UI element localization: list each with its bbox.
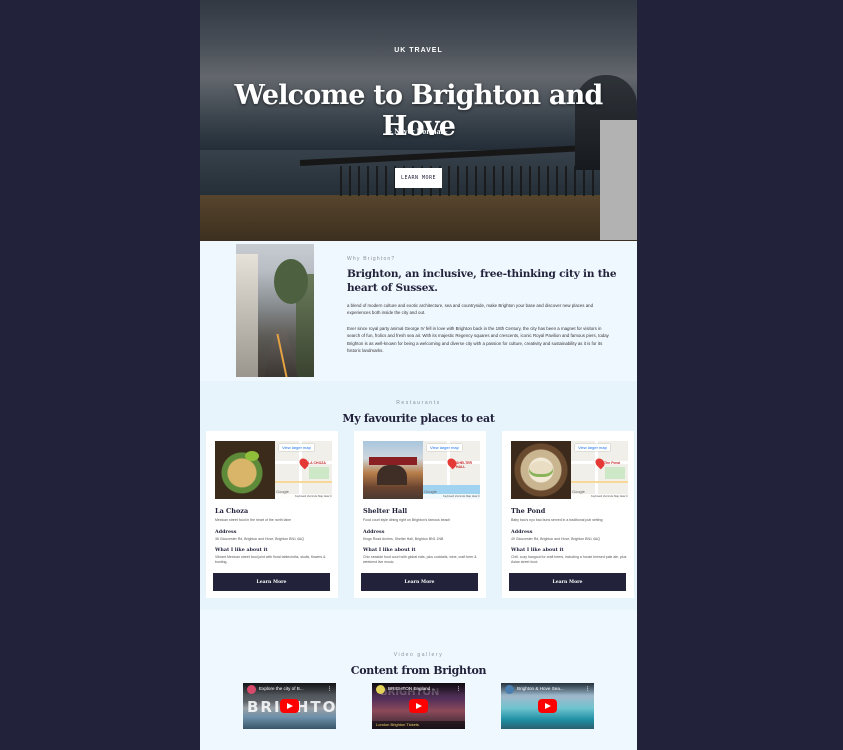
restaurant-address: 36 Gloucester Rd, Brighton and Hove, Bri…: [215, 537, 304, 541]
youtube-play-icon[interactable]: [409, 699, 428, 713]
page: UK TRAVEL Welcome to Brighton and Hove -…: [200, 0, 637, 750]
address-heading: Address: [215, 529, 237, 535]
restaurant-card-the-pond: The Pond View larger map Google Keyboard…: [502, 431, 634, 598]
video-title-text[interactable]: Brighton & Hove Sea...: [517, 686, 581, 691]
map-attribution[interactable]: Keyboard shortcuts Map data ©2024 Terms: [571, 494, 628, 499]
map-attribution[interactable]: Keyboard shortcuts Map data ©2024 Terms: [423, 494, 480, 499]
video-embed-2[interactable]: BRIGHTON BRIGHTON England ... ⋮ London B…: [372, 683, 465, 729]
why-paragraph-2: Ever since royal party animal George IV …: [347, 326, 609, 354]
restaurants-eyebrow: Restaurants: [396, 400, 441, 406]
video-ticker: London Brighton Tickets: [372, 721, 465, 729]
restaurant-name: Shelter Hall: [363, 507, 408, 515]
restaurant-card-la-choza: LA CHOZA View larger map Google Keyboard…: [206, 431, 338, 598]
learn-more-button-la-choza[interactable]: Learn More: [213, 573, 330, 591]
channel-avatar-icon[interactable]: [247, 685, 256, 694]
restaurant-description: Baby bao's nyo bao buns served in a trad…: [511, 518, 603, 522]
video-eyebrow: Video gallery: [393, 652, 444, 658]
hero-eyebrow: UK TRAVEL: [394, 47, 443, 54]
channel-avatar-icon[interactable]: [376, 685, 385, 694]
restaurant-like: Chic seaside food court with global eats…: [363, 555, 477, 564]
view-larger-map-link[interactable]: View larger map: [279, 444, 314, 451]
like-heading: What I like about it: [363, 547, 416, 553]
restaurant-like: Chill, cozy hangout for craft beers, inc…: [511, 555, 627, 564]
video-title: Content from Brighton: [350, 664, 487, 677]
learn-more-button-shelter-hall[interactable]: Learn More: [361, 573, 478, 591]
video-menu-icon[interactable]: ⋮: [456, 686, 461, 692]
address-heading: Address: [363, 529, 385, 535]
map-pin-label: SHELTER HALL: [456, 461, 473, 469]
hero-section: UK TRAVEL Welcome to Brighton and Hove -…: [200, 0, 637, 241]
like-heading: What I like about it: [215, 547, 268, 553]
why-brighton-section: Why Brighton? Brighton, an inclusive, fr…: [200, 241, 637, 381]
map-pin-label: The Pond: [604, 461, 620, 465]
restaurant-like: Vibrant Mexican street food joint with f…: [215, 555, 326, 564]
restaurant-name: La Choza: [215, 507, 249, 515]
video-embed-3[interactable]: Brighton & Hove Sea... ⋮: [501, 683, 594, 729]
restaurant-address: Kings Road Arches, Shelter Hall, Brighto…: [363, 537, 444, 541]
view-larger-map-link[interactable]: View larger map: [427, 444, 462, 451]
restaurant-name: The Pond: [511, 507, 546, 515]
map-road: [275, 481, 332, 483]
hero-subtitle: - Never Normal -: [389, 127, 448, 136]
video-title-text[interactable]: Explore the city of B...: [259, 686, 323, 691]
like-heading: What I like about it: [511, 547, 564, 553]
video-title-text[interactable]: BRIGHTON England ...: [388, 686, 452, 691]
food-garnish: [245, 451, 259, 461]
youtube-play-icon[interactable]: [538, 699, 557, 713]
map-attribution[interactable]: Keyboard shortcuts Map data ©2024 Terms: [275, 494, 332, 499]
map-park: [309, 467, 329, 479]
restaurants-title: My favourite places to eat: [342, 412, 495, 425]
why-paragraph-1: a blend of modern culture and exotic arc…: [347, 303, 594, 316]
learn-more-button-the-pond[interactable]: Learn More: [509, 573, 626, 591]
photo-arch: [377, 465, 407, 485]
map-park: [605, 467, 625, 479]
video-menu-icon[interactable]: ⋮: [585, 686, 590, 692]
map-road: [571, 481, 628, 483]
youtube-play-icon[interactable]: [280, 699, 299, 713]
view-larger-map-link[interactable]: View larger map: [575, 444, 610, 451]
restaurant-photo: [511, 441, 571, 499]
learn-more-button[interactable]: LEARN MORE: [395, 168, 442, 188]
map-pin-label: LA CHOZA: [308, 461, 326, 465]
why-eyebrow: Why Brighton?: [347, 256, 396, 262]
restaurant-photo: [363, 441, 423, 499]
restaurant-card-shelter-hall: SHELTER HALL View larger map Google Keyb…: [354, 431, 486, 598]
restaurant-map[interactable]: SHELTER HALL View larger map Google Keyb…: [423, 441, 480, 499]
why-title: Brighton, an inclusive, free-thinking ci…: [347, 268, 617, 294]
food-bao-bun: [529, 461, 553, 477]
video-gallery-section: Video gallery Content from Brighton BRIG…: [200, 610, 637, 750]
restaurant-map[interactable]: LA CHOZA View larger map Google Keyboard…: [275, 441, 332, 499]
address-heading: Address: [511, 529, 533, 535]
photo-awning: [369, 457, 417, 465]
street-photo-tree: [274, 259, 308, 304]
video-menu-icon[interactable]: ⋮: [327, 686, 332, 692]
street-photo-facade-left: [236, 254, 258, 377]
restaurant-description: Mexican street food in the heart of the …: [215, 518, 292, 522]
restaurant-map[interactable]: The Pond View larger map Google Keyboard…: [571, 441, 628, 499]
restaurant-description: Food court style dining right on Brighto…: [363, 518, 451, 522]
restaurants-section: Restaurants My favourite places to eat L…: [200, 381, 637, 610]
channel-avatar-icon[interactable]: [505, 685, 514, 694]
restaurant-address: 49 Gloucester Rd, Brighton and Hove, Bri…: [511, 537, 600, 541]
restaurant-photo: [215, 441, 275, 499]
video-embed-1[interactable]: BRIGHTON Explore the city of B... ⋮: [243, 683, 336, 729]
street-photo: [236, 244, 314, 377]
